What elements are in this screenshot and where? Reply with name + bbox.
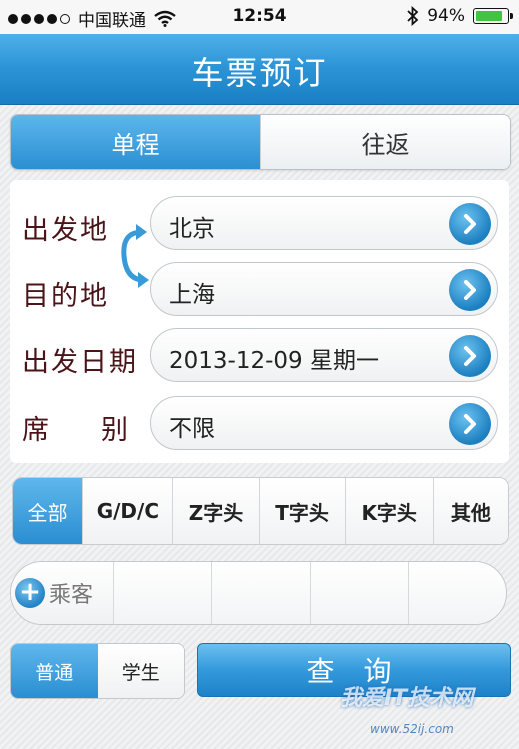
date-field[interactable]: 2013-12-09 星期一: [150, 328, 498, 382]
watermark: 我爱IT技术网 www.52ij.com: [340, 680, 519, 746]
filter-all[interactable]: 全部: [13, 478, 83, 544]
from-label: 出发地: [22, 215, 109, 246]
tab-adult[interactable]: 普通: [11, 644, 98, 698]
filter-z[interactable]: Z字头: [172, 478, 259, 544]
passenger-slot[interactable]: [309, 562, 408, 624]
date-value: 2013-12-09 星期一: [169, 348, 379, 374]
seat-class-field[interactable]: 不限: [150, 396, 498, 450]
train-type-filter: 全部 G/D/C Z字头 T字头 K字头 其他: [12, 477, 509, 545]
passenger-slot[interactable]: [113, 562, 212, 624]
plus-icon: +: [15, 578, 45, 608]
add-passenger-button[interactable]: + 乘客: [11, 562, 113, 624]
filter-other[interactable]: 其他: [432, 478, 508, 544]
passenger-type-control: 普通 学生: [10, 643, 185, 699]
filter-k[interactable]: K字头: [344, 478, 433, 544]
tab-round-trip[interactable]: 往返: [260, 115, 510, 169]
passenger-slot[interactable]: [211, 562, 310, 624]
chevron-right-icon[interactable]: [449, 203, 491, 245]
filter-t[interactable]: T字头: [258, 478, 345, 544]
filter-gdc[interactable]: G/D/C: [82, 478, 173, 544]
watermark-text: 我爱IT技术网: [340, 686, 474, 711]
to-row: 目的地 上海: [10, 260, 509, 318]
to-station-field[interactable]: 上海: [150, 262, 498, 316]
battery-icon: [473, 8, 513, 24]
passenger-list: + 乘客: [10, 561, 507, 625]
from-station-field[interactable]: 北京: [150, 196, 498, 250]
booking-form: 出发地 北京 目的地 上海 出发日期 2013-12-09 星期一 席别 不限: [10, 180, 509, 463]
chevron-right-icon[interactable]: [449, 403, 491, 445]
seat-row: 席别 不限: [10, 394, 509, 452]
date-label: 出发日期: [22, 347, 138, 378]
from-station-value: 北京: [169, 216, 215, 242]
to-label: 目的地: [22, 281, 109, 312]
navigation-bar: 车票预订: [0, 34, 519, 105]
add-passenger-label: 乘客: [49, 583, 94, 608]
chevron-right-icon[interactable]: [449, 335, 491, 377]
to-station-value: 上海: [169, 282, 215, 308]
seat-class-value: 不限: [169, 416, 215, 442]
from-row: 出发地 北京: [10, 194, 509, 252]
trip-type-segmented-control: 单程 往返: [10, 114, 511, 170]
date-row: 出发日期 2013-12-09 星期一: [10, 326, 509, 384]
bluetooth-icon: [407, 6, 419, 26]
status-bar: 中国联通 12:54 94%: [0, 0, 519, 34]
battery-percent: 94%: [427, 6, 465, 26]
tab-student[interactable]: 学生: [97, 644, 184, 698]
page-title: 车票预订: [191, 54, 328, 92]
passenger-slot[interactable]: [407, 562, 506, 624]
watermark-url: www.52ij.com: [370, 722, 454, 736]
tab-one-way[interactable]: 单程: [11, 115, 260, 169]
chevron-right-icon[interactable]: [449, 269, 491, 311]
